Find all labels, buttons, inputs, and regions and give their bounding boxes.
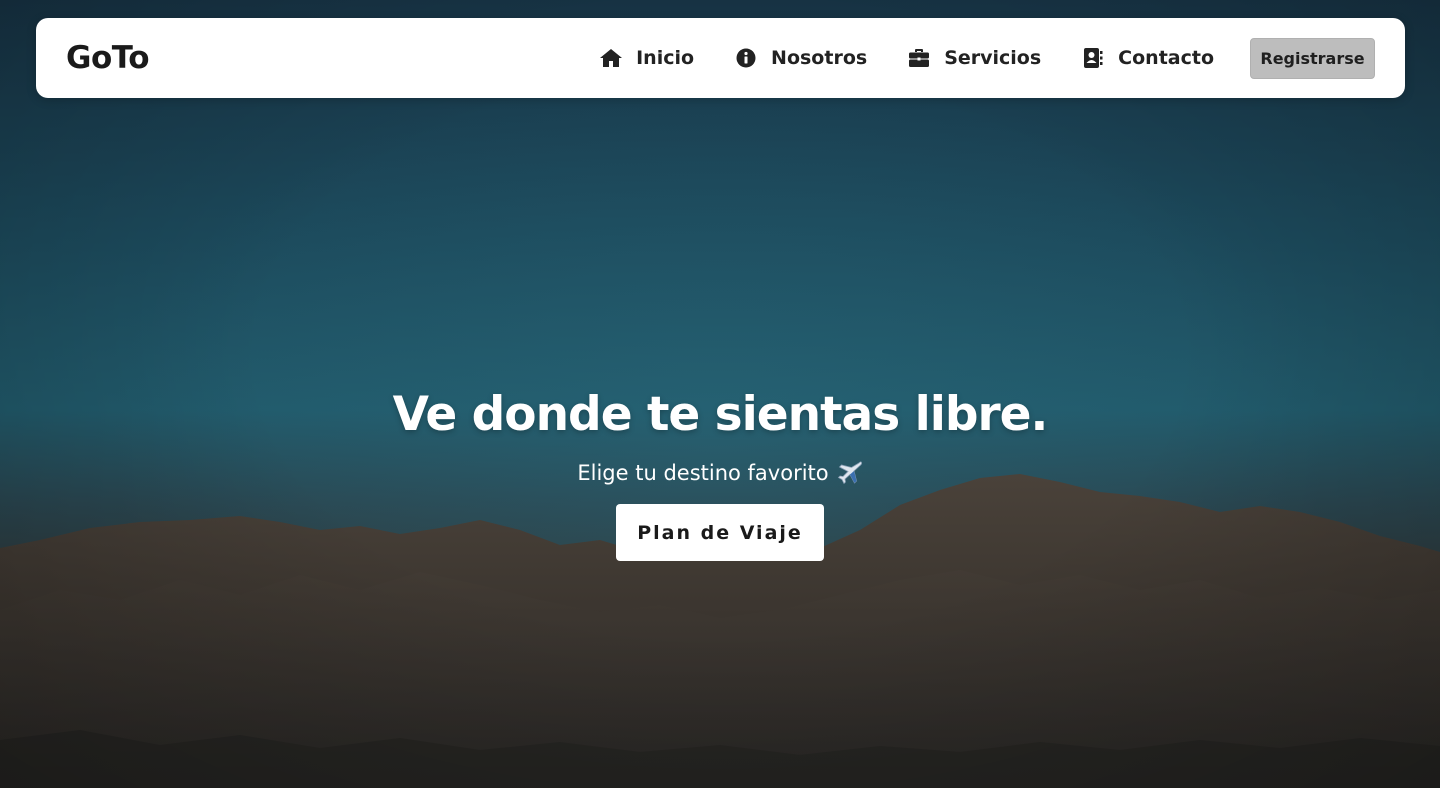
nav-links: Inicio Nosotros Servicios Contacto Regis… — [599, 37, 1375, 79]
hero-section: Ve donde te sientas libre. Elige tu dest… — [0, 380, 1440, 561]
hero-title: Ve donde te sientas libre. — [392, 387, 1049, 442]
top-navbar: GoTo Inicio Nosotros Servicios Contacto … — [36, 18, 1405, 98]
hero-subtitle: Elige tu destino favorito — [577, 461, 829, 485]
plan-trip-button[interactable]: Plan de Viaje — [616, 504, 824, 561]
nav-item-contacto[interactable]: Contacto — [1081, 47, 1214, 69]
brand-logo[interactable]: GoTo — [66, 40, 150, 76]
home-icon — [599, 47, 623, 69]
hero-subtitle-row: Elige tu destino favorito — [577, 454, 862, 492]
nav-item-nosotros[interactable]: Nosotros — [734, 47, 867, 69]
airplane-icon — [837, 461, 863, 485]
briefcase-icon — [907, 47, 931, 69]
info-circle-icon — [734, 47, 758, 69]
nav-label-servicios: Servicios — [944, 47, 1042, 69]
nav-item-inicio[interactable]: Inicio — [599, 47, 694, 69]
nav-label-inicio: Inicio — [636, 47, 695, 69]
register-button[interactable]: Registrarse — [1250, 37, 1375, 79]
nav-label-contacto: Contacto — [1118, 47, 1214, 69]
address-book-icon — [1081, 47, 1105, 69]
nav-item-servicios[interactable]: Servicios — [907, 47, 1041, 69]
nav-label-nosotros: Nosotros — [771, 47, 868, 69]
